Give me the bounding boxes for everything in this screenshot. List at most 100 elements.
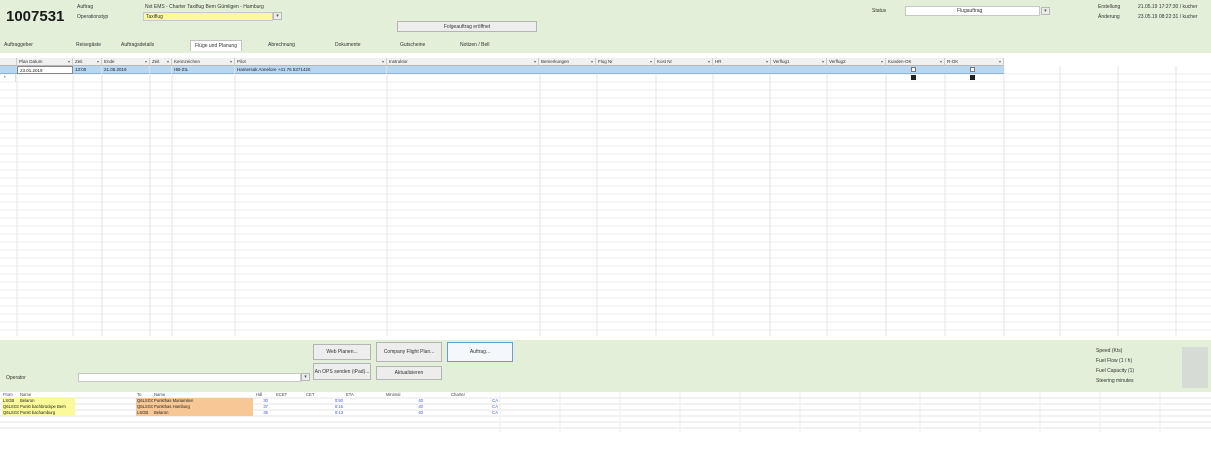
filter-arrow-icon[interactable]: ▾ [534, 58, 536, 65]
column-header[interactable]: Plan Datum ▾ [17, 58, 73, 66]
auftrag-label: Auftrag [77, 4, 94, 10]
column-header-label: Kunden-OK [888, 59, 912, 64]
status-field[interactable]: Flugauftrag [905, 6, 1040, 16]
route-cell-ecet[interactable] [275, 410, 305, 416]
column-header[interactable]: Kunden-OK ▾ [886, 58, 945, 66]
speed-label: Speed (Kts) [1096, 348, 1123, 354]
operator-input[interactable] [78, 373, 301, 382]
chevron-down-icon: ▾ [304, 374, 307, 380]
tab-reisegaeste[interactable]: Reisegäste [76, 42, 101, 48]
new-row-marker: * [2, 74, 16, 82]
column-header[interactable]: Kost Nr ▾ [655, 58, 713, 66]
column-header-label: Kost Nr [657, 59, 673, 64]
tab-auftraggeber[interactable]: Auftraggeber [4, 42, 33, 48]
route-cell-from-name[interactable]: Punkt bachamburg [19, 410, 75, 416]
grid-corner [0, 58, 17, 66]
routes-table: From Name To Name Hdl ECET CET ETA Minimal Charte… [0, 392, 1211, 432]
filter-arrow-icon[interactable]: ▾ [145, 58, 147, 65]
column-header-label: Verflug1 [773, 59, 790, 64]
registration-cell[interactable]: HB-ZIL [172, 66, 235, 74]
tab-auftragsdetails[interactable]: Auftragsdetails [121, 42, 154, 48]
chevron-down-icon: ▾ [1044, 8, 1047, 14]
aktualisieren-button[interactable]: Aktualisieren [376, 366, 442, 380]
start-time-cell[interactable]: 13:00 [73, 66, 102, 74]
pilot-cell[interactable]: Hamersak Annelore +41 76 5371420 [235, 66, 387, 74]
kunden-ok-checkbox-new[interactable] [911, 75, 916, 80]
route-cell-cet[interactable]: 0:13 [305, 410, 345, 416]
column-header[interactable]: Bemerkungen ▾ [539, 58, 596, 66]
column-header[interactable]: Pilot ▾ [235, 58, 387, 66]
tab-abrechnung[interactable]: Abrechnung [268, 42, 295, 48]
filter-arrow-icon[interactable]: ▾ [940, 58, 942, 65]
grid-body: 23.01.2019 13:00 21.05.2019 HB-ZIL Hamer… [0, 66, 1211, 336]
r-ok-checkbox[interactable] [970, 67, 975, 72]
column-header[interactable]: Flug Nr ▾ [596, 58, 655, 66]
r-ok-checkbox-new[interactable] [970, 75, 975, 80]
filter-arrow-icon[interactable]: ▾ [97, 58, 99, 65]
auftrag-value[interactable]: Nxt EMS - Charter Taxiflug Bern Gümligen… [145, 4, 264, 10]
filter-arrow-icon[interactable]: ▾ [167, 58, 169, 65]
operation-type-dropdown-button[interactable]: ▾ [273, 12, 282, 20]
new-row[interactable]: * [0, 74, 1004, 82]
tab-fluege-und-planung[interactable]: Flüge und Planung [190, 40, 242, 51]
filter-arrow-icon[interactable]: ▾ [822, 58, 824, 65]
end-date-cell[interactable]: 21.05.2019 [102, 66, 150, 74]
route-cell-to-name[interactable]: Belaron [153, 410, 253, 416]
column-header-label: Bemerkungen [541, 59, 570, 64]
table-row[interactable]: 23.01.2019 13:00 21.05.2019 HB-ZIL Hamer… [0, 66, 1004, 74]
filter-arrow-icon[interactable]: ▾ [881, 58, 883, 65]
column-header-label: Zeit [152, 59, 160, 64]
tab-gutscheine[interactable]: Gutscheine [400, 42, 425, 48]
tab-bar: Auftraggeber Reisegäste Auftragsdetails … [0, 39, 1211, 53]
web-planen-button[interactable]: Web Planen... [313, 344, 371, 360]
company-flight-plan-button[interactable]: Company Flight Plan... [376, 342, 442, 362]
route-body: LSGB Belaron Q6LSGG Punkthas Mariamiten 30 0:… [0, 398, 1211, 422]
filter-arrow-icon[interactable]: ▾ [708, 58, 710, 65]
column-header[interactable]: Verflug1 ▾ [771, 58, 827, 66]
route-cell-min[interactable]: 40 [385, 410, 425, 416]
operator-dropdown-button[interactable]: ▾ [301, 373, 310, 381]
column-header[interactable]: Instruktor ▾ [387, 58, 539, 66]
filter-arrow-icon[interactable]: ▾ [766, 58, 768, 65]
an-ops-senden-button[interactable]: An OPS senden (iPad)... [313, 363, 371, 380]
route-cell-to[interactable]: LSGB [136, 410, 153, 416]
filter-arrow-icon[interactable]: ▾ [382, 58, 384, 65]
operation-type-field[interactable]: Taxiflug [143, 12, 273, 21]
end-time-cell[interactable] [150, 66, 172, 74]
route-cell-eta[interactable] [345, 410, 385, 416]
column-header[interactable]: HR ▾ [713, 58, 771, 66]
order-number: 1007531 [6, 8, 65, 25]
order-header: 1007531 Auftrag Nxt EMS - Charter Taxifl… [0, 0, 1211, 39]
filter-arrow-icon[interactable]: ▾ [999, 58, 1001, 65]
auftrag-button[interactable]: Auftrag... [447, 342, 513, 362]
tab-notizen[interactable]: Notizen / Bell [460, 42, 489, 48]
plan-date-cell[interactable]: 23.01.2019 [17, 66, 73, 74]
filter-arrow-icon[interactable]: ▾ [650, 58, 652, 65]
route-cell-charter[interactable]: CA [450, 410, 500, 416]
created-value: 21.05.19 17:27:30 / kucher [1138, 4, 1198, 10]
route-cell-from[interactable]: Q6LSGG [2, 410, 19, 416]
chevron-down-icon: ▾ [276, 13, 279, 19]
filter-arrow-icon[interactable]: ▾ [68, 58, 70, 65]
column-header[interactable]: Zeit ▾ [150, 58, 172, 66]
created-label: Erstellung [1098, 4, 1121, 10]
column-header[interactable]: Zeit ▾ [73, 58, 102, 66]
column-header[interactable]: Ende ▾ [102, 58, 150, 66]
column-header[interactable]: Kennzeichen ▾ [172, 58, 235, 66]
column-header-label: Kennzeichen [174, 59, 201, 64]
status-label: Status [872, 8, 887, 14]
tab-dokumente[interactable]: Dokumente [335, 42, 361, 48]
folgeauftrag-button[interactable]: Folgeauftrag eröffnet [397, 21, 537, 32]
status-dropdown-button[interactable]: ▾ [1041, 7, 1050, 15]
column-header[interactable]: R-OK ▾ [945, 58, 1004, 66]
operator-label: Operator [6, 375, 26, 381]
operation-type-label: Operationstyp [77, 14, 109, 20]
column-header[interactable]: Verflug2 ▾ [827, 58, 886, 66]
column-header-label: HR [715, 59, 722, 64]
steering-minutes-label: Steering minutes [1096, 378, 1134, 384]
modified-value: 23.05.19 08:22:31 / kucher [1138, 14, 1198, 20]
filter-arrow-icon[interactable]: ▾ [591, 58, 593, 65]
filter-arrow-icon[interactable]: ▾ [230, 58, 232, 65]
kunden-ok-checkbox[interactable] [911, 67, 916, 72]
route-cell-hdl[interactable]: 35 [255, 410, 270, 416]
